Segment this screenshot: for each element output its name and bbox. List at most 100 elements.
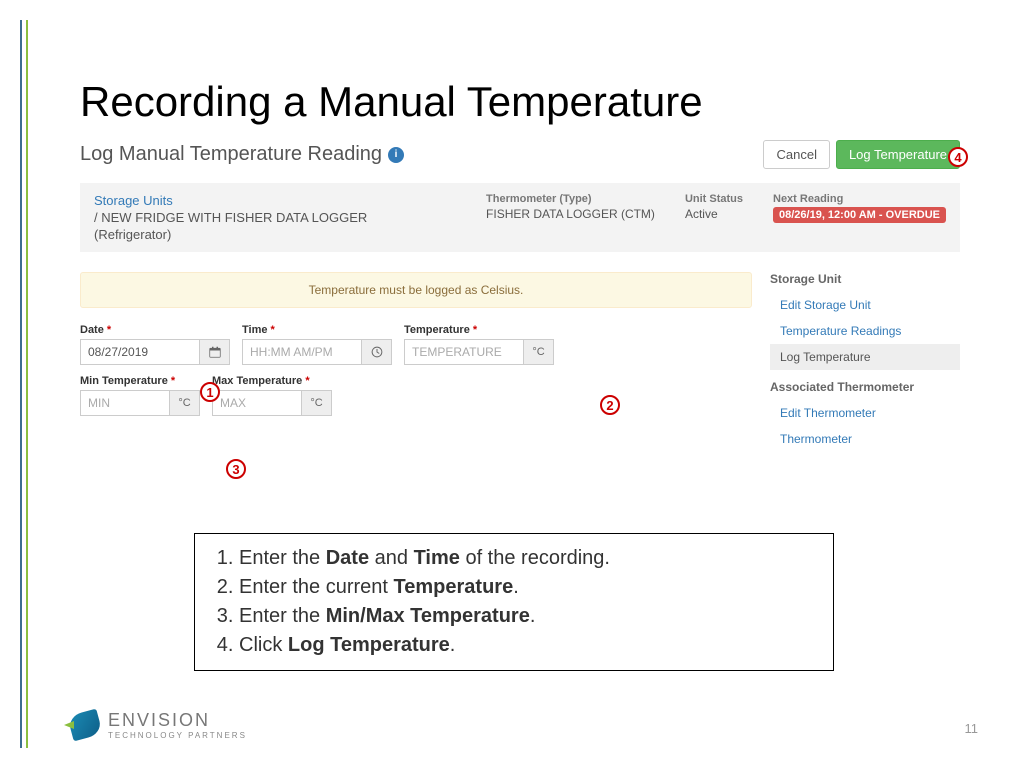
logo-name: ENVISION <box>108 710 247 731</box>
app-screenshot: Log Manual Temperature Reading i Cancel … <box>80 140 960 452</box>
min-temp-unit: °C <box>170 390 200 416</box>
date-field: Date * <box>80 324 230 365</box>
date-input-group <box>80 339 230 365</box>
min-temp-input-group: °C <box>80 390 200 416</box>
breadcrumb-sep: / <box>94 210 98 225</box>
sidebar-heading-associated-thermometer: Associated Thermometer <box>770 380 960 394</box>
temperature-input-group: °C <box>404 339 554 365</box>
temperature-unit: °C <box>524 339 554 365</box>
slide: Recording a Manual Temperature Log Manua… <box>0 0 1024 768</box>
info-bar: Storage Units / NEW FRIDGE WITH FISHER D… <box>80 183 960 252</box>
max-temp-field: Max Temperature * °C <box>212 375 332 416</box>
required-star: * <box>473 324 477 336</box>
time-label-text: Time <box>242 324 267 336</box>
accent-line-2 <box>26 20 28 748</box>
max-temp-unit: °C <box>302 390 332 416</box>
unit-status-value: Active <box>685 207 743 221</box>
slide-title: Recording a Manual Temperature <box>80 78 703 126</box>
breadcrumb-root-link[interactable]: Storage Units <box>94 193 456 208</box>
field-row-1: Date * Time * Temper <box>80 324 752 365</box>
app-heading-text: Log Manual Temperature Reading <box>80 143 382 166</box>
step-2: Enter the current Temperature. <box>239 573 817 602</box>
unit-status-col: Unit Status Active <box>685 193 743 242</box>
right-sidebar: Storage Unit Edit Storage Unit Temperatu… <box>770 272 960 452</box>
step-3-b: Min/Max Temperature <box>326 605 530 627</box>
overdue-badge: 08/26/19, 12:00 AM - OVERDUE <box>773 207 946 223</box>
breadcrumb-unit-type: (Refrigerator) <box>94 227 456 242</box>
date-label: Date * <box>80 324 230 336</box>
max-temp-label-text: Max Temperature <box>212 375 302 387</box>
time-label: Time * <box>242 324 392 336</box>
form-main: Temperature must be logged as Celsius. D… <box>80 272 752 452</box>
accent-line-1 <box>20 20 22 748</box>
step-3: Enter the Min/Max Temperature. <box>239 602 817 631</box>
sidebar-link-temperature-readings[interactable]: Temperature Readings <box>770 318 960 344</box>
thermometer-label: Thermometer (Type) <box>486 193 655 205</box>
required-star: * <box>305 375 309 387</box>
time-field: Time * <box>242 324 392 365</box>
max-temp-input[interactable] <box>212 390 302 416</box>
temperature-label-text: Temperature <box>404 324 470 336</box>
thermometer-col: Thermometer (Type) FISHER DATA LOGGER (C… <box>486 193 655 242</box>
unit-status-label: Unit Status <box>685 193 743 205</box>
breadcrumb: Storage Units / NEW FRIDGE WITH FISHER D… <box>94 193 456 242</box>
thermometer-value: FISHER DATA LOGGER (CTM) <box>486 207 655 221</box>
date-label-text: Date <box>80 324 104 336</box>
slide-accent-lines <box>20 20 30 748</box>
min-temp-field: Min Temperature * °C <box>80 375 200 416</box>
logo-sub: TECHNOLOGY PARTNERS <box>108 731 247 740</box>
field-row-2: Min Temperature * °C Max Temperature * °… <box>80 375 752 416</box>
sidebar-link-thermometer[interactable]: Thermometer <box>770 426 960 452</box>
step-2-b: Temperature <box>394 576 514 598</box>
callout-2: 2 <box>600 395 620 415</box>
temperature-input[interactable] <box>404 339 524 365</box>
step-4-a: Click <box>239 634 288 656</box>
logo-triangle-icon <box>64 721 74 729</box>
app-header: Log Manual Temperature Reading i Cancel … <box>80 140 960 177</box>
steps-box: Enter the Date and Time of the recording… <box>194 533 834 671</box>
callout-3: 3 <box>226 459 246 479</box>
step-2-c: . <box>513 576 519 598</box>
required-star: * <box>107 324 111 336</box>
step-4: Click Log Temperature. <box>239 631 817 660</box>
date-input[interactable] <box>80 339 200 365</box>
sidebar-link-edit-storage-unit[interactable]: Edit Storage Unit <box>770 292 960 318</box>
time-input-group <box>242 339 392 365</box>
required-star: * <box>271 324 275 336</box>
logo-text: ENVISION TECHNOLOGY PARTNERS <box>108 710 247 740</box>
min-temp-input[interactable] <box>80 390 170 416</box>
step-1-a: Enter the <box>239 547 326 569</box>
clock-icon[interactable] <box>362 339 392 365</box>
min-temp-label-text: Min Temperature <box>80 375 168 387</box>
next-reading-col: Next Reading 08/26/19, 12:00 AM - OVERDU… <box>773 193 946 242</box>
calendar-icon[interactable] <box>200 339 230 365</box>
log-temperature-button[interactable]: Log Temperature <box>836 140 960 169</box>
celsius-alert: Temperature must be logged as Celsius. <box>80 272 752 308</box>
step-1: Enter the Date and Time of the recording… <box>239 544 817 573</box>
form-wrap: Temperature must be logged as Celsius. D… <box>80 272 960 452</box>
max-temp-input-group: °C <box>212 390 332 416</box>
step-4-c: . <box>450 634 456 656</box>
footer-logo: ENVISION TECHNOLOGY PARTNERS <box>70 710 247 740</box>
app-header-actions: Cancel Log Temperature <box>763 140 960 169</box>
steps-list: Enter the Date and Time of the recording… <box>211 544 817 660</box>
step-3-c: . <box>530 605 536 627</box>
min-temp-label: Min Temperature * <box>80 375 200 387</box>
step-1-b: Date <box>326 547 369 569</box>
sidebar-link-log-temperature[interactable]: Log Temperature <box>770 344 960 370</box>
info-icon[interactable]: i <box>388 147 404 163</box>
step-4-b: Log Temperature <box>288 634 450 656</box>
time-input[interactable] <box>242 339 362 365</box>
step-1-c: and <box>369 547 413 569</box>
sidebar-link-edit-thermometer[interactable]: Edit Thermometer <box>770 400 960 426</box>
callout-1: 1 <box>200 382 220 402</box>
next-reading-label: Next Reading <box>773 193 946 205</box>
page-number: 11 <box>965 721 979 736</box>
temperature-field: Temperature * °C <box>404 324 554 365</box>
breadcrumb-unit: / NEW FRIDGE WITH FISHER DATA LOGGER <box>94 210 456 225</box>
cancel-button[interactable]: Cancel <box>763 140 829 169</box>
app-heading: Log Manual Temperature Reading i <box>80 143 404 166</box>
temperature-label: Temperature * <box>404 324 554 336</box>
step-1-d: Time <box>414 547 460 569</box>
required-star: * <box>171 375 175 387</box>
